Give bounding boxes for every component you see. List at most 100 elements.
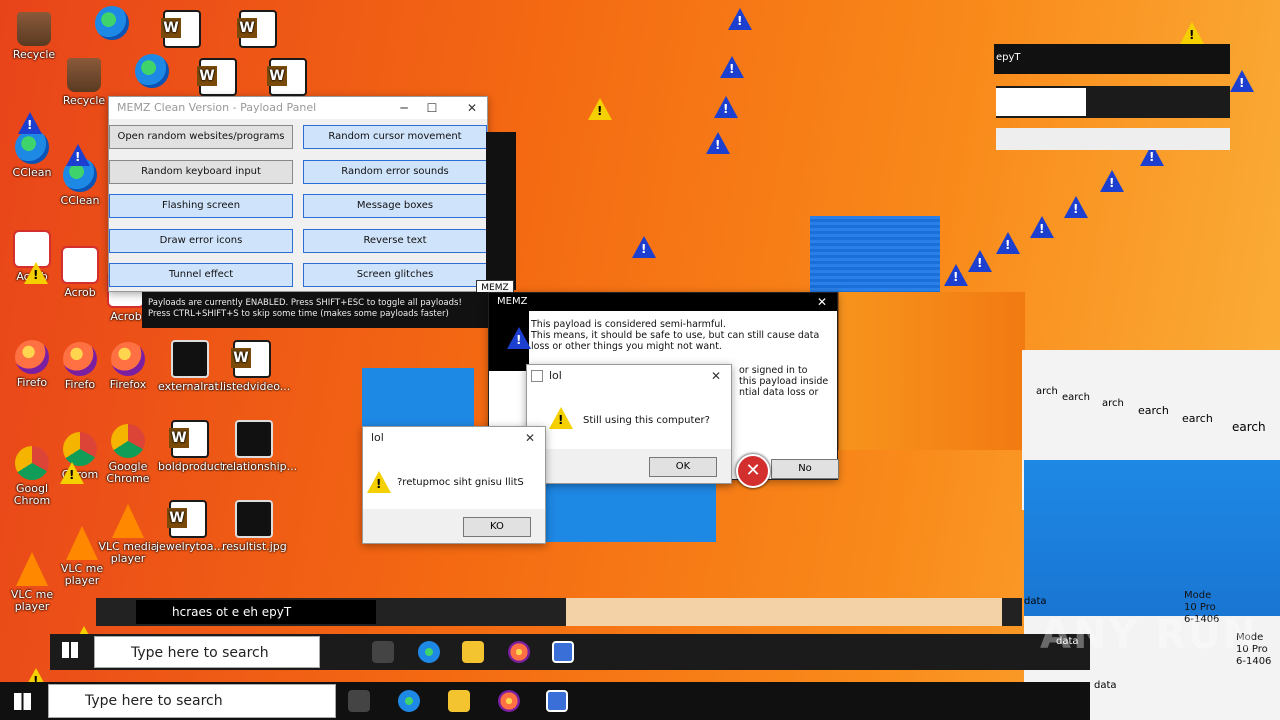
warning-icon bbox=[728, 8, 752, 30]
warning-icon bbox=[714, 96, 738, 118]
desktop-icon-word-top-4[interactable] bbox=[256, 58, 320, 99]
close-button[interactable]: ✕ bbox=[461, 97, 483, 119]
memz-dialog-titlebar[interactable]: MEMZ ✕ bbox=[489, 293, 837, 311]
recycle-bin-icon bbox=[17, 12, 51, 46]
firefox-icon[interactable] bbox=[508, 641, 530, 663]
desktop-icon-label: listedvideo... bbox=[220, 380, 291, 393]
warning-icon bbox=[968, 250, 992, 272]
payload-button-error-sounds[interactable]: Random error sounds bbox=[303, 160, 487, 184]
payload-panel-footer: Payloads are currently ENABLED. Press SH… bbox=[142, 292, 488, 328]
chrome-icon bbox=[15, 446, 49, 480]
word-doc-icon bbox=[161, 10, 201, 48]
no-button[interactable]: No bbox=[771, 459, 839, 479]
file-explorer-icon[interactable] bbox=[448, 690, 470, 712]
desktop-icon-file-boldproduct[interactable]: boldproduct... bbox=[158, 420, 235, 473]
watermark: ANY RUN bbox=[1040, 612, 1259, 658]
taskbar-search-box[interactable]: Type here to search bbox=[48, 684, 336, 718]
payload-button-screen-glitches[interactable]: Screen glitches bbox=[303, 263, 487, 287]
glitch-taskbar-strip: hcraes ot e eh epyT bbox=[96, 598, 1022, 626]
glitch-search-label: earch bbox=[1232, 420, 1266, 434]
ok-button[interactable]: OK bbox=[649, 457, 717, 477]
edge-icon[interactable] bbox=[398, 690, 420, 712]
word-doc-icon bbox=[267, 58, 307, 96]
payload-button-draw-error-icons[interactable]: Draw error icons bbox=[109, 229, 293, 253]
glitch-data-label: data bbox=[1094, 680, 1117, 691]
glitch-search-label: earch bbox=[1062, 392, 1091, 403]
payload-button-keyboard-input[interactable]: Random keyboard input bbox=[109, 160, 293, 184]
ko-button[interactable]: KO bbox=[463, 517, 531, 537]
desktop-icon-edge-top-dup[interactable] bbox=[120, 54, 184, 91]
payload-panel-window[interactable]: MEMZ Clean Version - Payload Panel ─ ☐ ✕… bbox=[108, 96, 488, 292]
taskbar: Type here to search bbox=[0, 682, 1090, 720]
lol-dialog[interactable]: lol ✕ Still using this computer? OK bbox=[526, 364, 732, 484]
desktop-icon-label: Acrob bbox=[110, 310, 142, 323]
lol-dialog-reversed[interactable]: lol ✕ ?retupmoc siht gnisu llitS KO bbox=[362, 426, 546, 544]
close-button[interactable]: ✕ bbox=[705, 365, 727, 387]
desktop-icon-file-resultist[interactable]: resultist.jpg bbox=[222, 500, 287, 553]
desktop-icon-word-top-3[interactable] bbox=[186, 58, 250, 99]
glitch-data-label: data bbox=[1024, 596, 1047, 607]
desktop-icon-label: Firefo bbox=[64, 378, 96, 391]
desktop-icon-label: Acrob bbox=[64, 286, 96, 299]
warning-icon bbox=[24, 262, 48, 284]
word-doc-icon bbox=[167, 500, 207, 538]
warning-icon bbox=[1230, 70, 1254, 92]
message-line: This payload is considered semi-harmful. bbox=[531, 319, 726, 330]
desktop-icon-file-jewelrytoa[interactable]: jewelrytoa... bbox=[156, 500, 224, 553]
warning-icon bbox=[367, 471, 391, 493]
desktop-icon-file-listedvideo[interactable]: listedvideo... bbox=[220, 340, 290, 393]
payload-button-message-boxes[interactable]: Message boxes bbox=[303, 194, 487, 218]
glitch-taskbar-2 bbox=[996, 86, 1230, 118]
desktop-icon-label: jewelrytoa... bbox=[156, 540, 224, 553]
memz-dialog-message-partial: or signed in to this payload inside ntia… bbox=[739, 365, 828, 398]
payload-button-tunnel-effect[interactable]: Tunnel effect bbox=[109, 263, 293, 287]
glitch-block: data bbox=[1090, 676, 1280, 720]
taskbar-search-box[interactable]: Type here to search bbox=[94, 636, 320, 668]
image-file-icon bbox=[171, 340, 209, 378]
desktop-icon-label: VLC me player bbox=[10, 588, 54, 613]
desktop-icon-file-relationship[interactable]: relationship... bbox=[222, 420, 297, 473]
minimize-button[interactable]: ─ bbox=[393, 97, 415, 119]
desktop-icon-label: Recycle bbox=[62, 94, 106, 107]
glitch-searchbox bbox=[996, 88, 1086, 116]
desktop-icon-word-top-2[interactable] bbox=[226, 10, 290, 51]
desktop-icon-file-externalrat[interactable]: externalrat... bbox=[158, 340, 229, 393]
edge-icon[interactable] bbox=[418, 641, 440, 663]
firefox-icon[interactable] bbox=[498, 690, 520, 712]
dialog-message: Still using this computer? bbox=[583, 415, 710, 426]
desktop-icon-edge-top[interactable] bbox=[80, 6, 144, 43]
payload-button-cursor-movement[interactable]: Random cursor movement bbox=[303, 125, 487, 149]
glitch-block bbox=[810, 216, 940, 294]
payload-app-icon[interactable] bbox=[546, 690, 568, 712]
glitch-search-label: earch bbox=[1138, 404, 1169, 417]
task-view-icon[interactable] bbox=[348, 690, 370, 712]
payload-panel-titlebar[interactable]: MEMZ Clean Version - Payload Panel ─ ☐ ✕ bbox=[109, 97, 487, 119]
desktop-icon-firefox-dup2[interactable]: Firefox bbox=[96, 342, 160, 391]
payload-app-icon[interactable] bbox=[552, 641, 574, 663]
close-button[interactable]: ✕ bbox=[519, 427, 541, 449]
desktop-icon-recycle-bin[interactable]: Recycle bbox=[2, 12, 66, 61]
payload-button-flashing-screen[interactable]: Flashing screen bbox=[109, 194, 293, 218]
warning-icon bbox=[588, 98, 612, 120]
windows-start-icon[interactable] bbox=[62, 642, 78, 658]
desktop-icon-word-top-1[interactable] bbox=[150, 10, 214, 51]
warning-icon bbox=[996, 232, 1020, 254]
file-explorer-icon[interactable] bbox=[462, 641, 484, 663]
close-button[interactable]: ✕ bbox=[811, 293, 833, 311]
lol-dialog-titlebar[interactable]: lol ✕ bbox=[363, 427, 545, 449]
task-view-icon[interactable] bbox=[372, 641, 394, 663]
word-doc-icon bbox=[231, 340, 271, 378]
desktop-icon-chrome-dup2[interactable]: Google Chrome bbox=[96, 424, 160, 485]
reversed-search-box[interactable]: hcraes ot e eh epyT bbox=[136, 600, 376, 624]
lol-dialog-titlebar[interactable]: lol ✕ bbox=[527, 365, 731, 387]
desktop-icon-label: resultist.jpg bbox=[222, 540, 287, 553]
warning-icon bbox=[66, 144, 90, 166]
payload-button-reverse-text[interactable]: Reverse text bbox=[303, 229, 487, 253]
desktop-icon-recycle-bin-dup[interactable]: Recycle bbox=[52, 58, 116, 107]
firefox-icon bbox=[111, 342, 145, 376]
maximize-button[interactable]: ☐ bbox=[421, 97, 443, 119]
message-line: This means, it should be safe to use, bu… bbox=[531, 330, 820, 341]
payload-button-open-websites[interactable]: Open random websites/programs bbox=[109, 125, 293, 149]
desktop-icon-vlc-dup2[interactable]: VLC media player bbox=[96, 504, 160, 565]
windows-start-icon[interactable] bbox=[14, 693, 31, 710]
